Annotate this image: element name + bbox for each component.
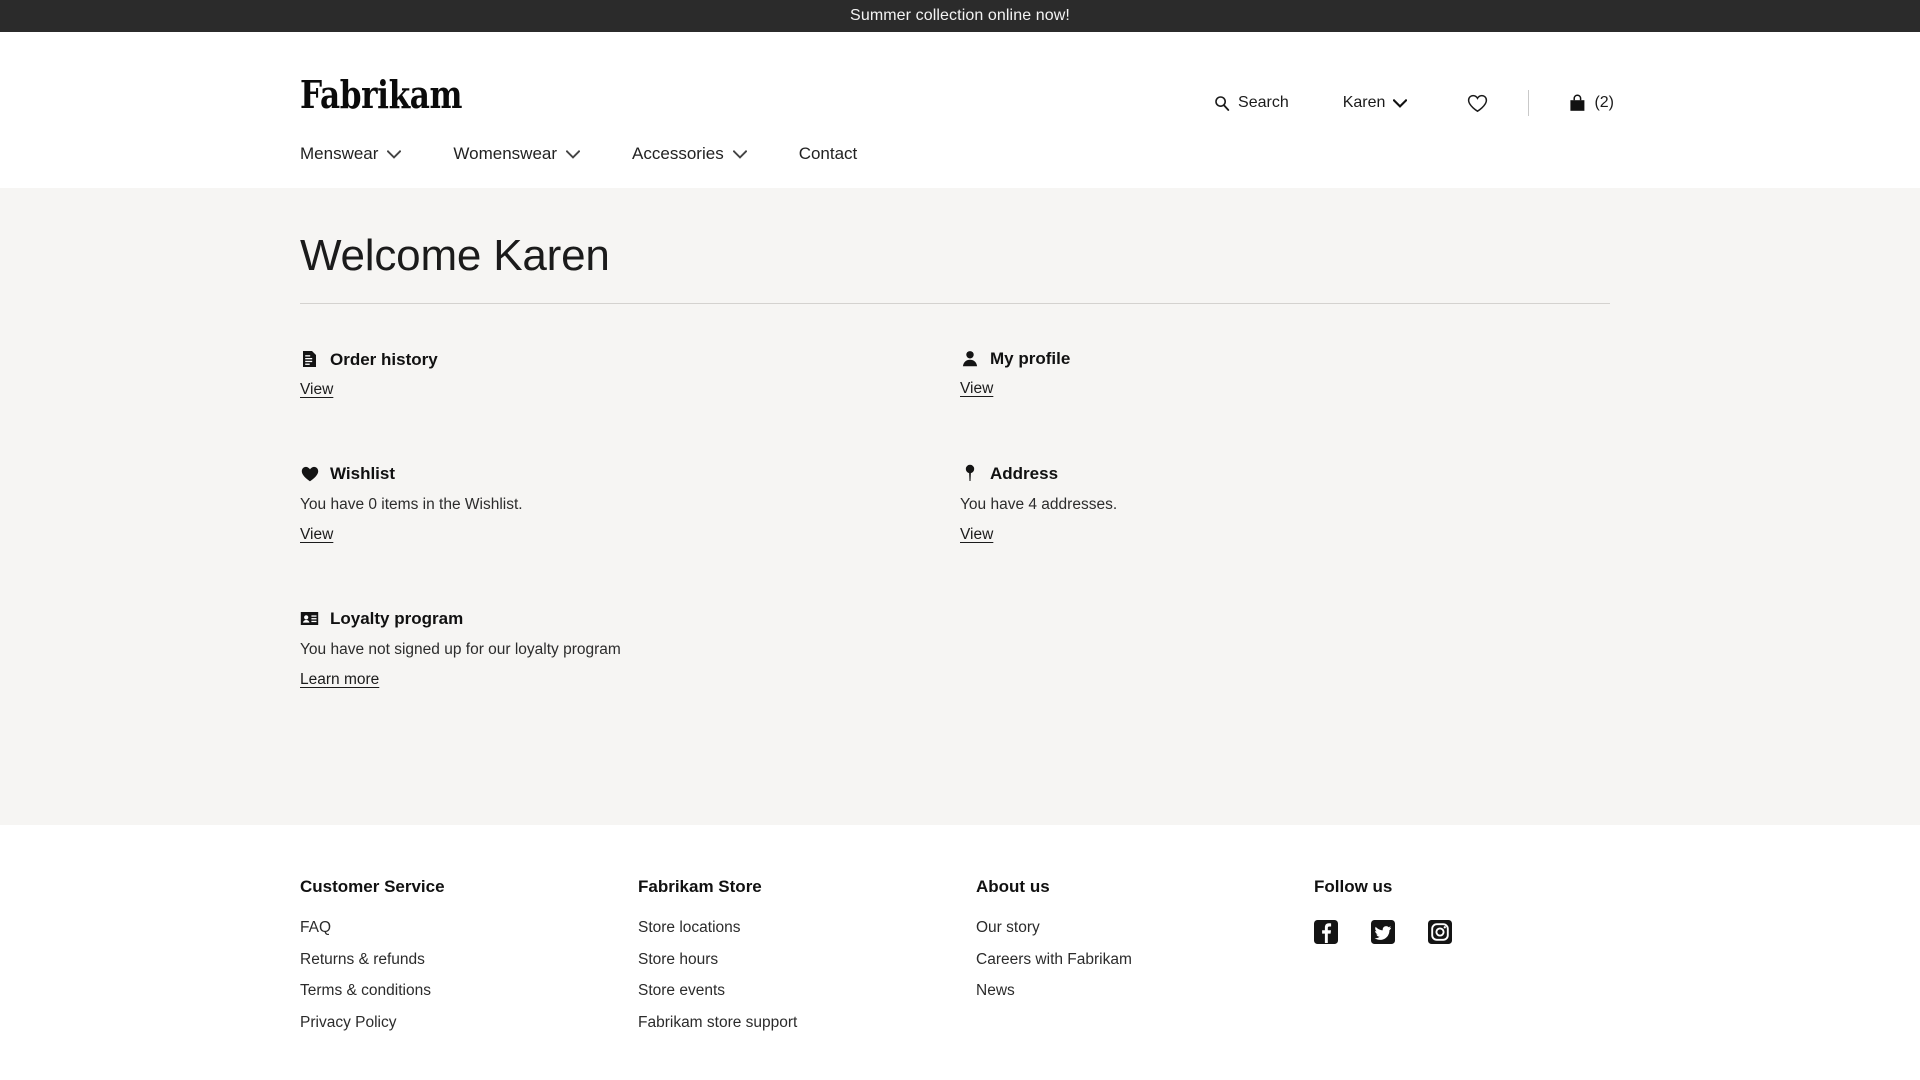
card-my-profile: My profile View <box>960 350 1620 398</box>
card-address: Address You have 4 addresses. View <box>960 464 1620 544</box>
social-links <box>1314 920 1452 949</box>
card-description: You have 0 items in the Wishlist. <box>300 496 523 513</box>
card-title: Order history <box>330 349 438 369</box>
footer-link[interactable]: Returns & refunds <box>300 951 638 968</box>
card-title: Address <box>990 463 1059 483</box>
footer-column-customer-service: Customer Service FAQ Returns & refunds T… <box>300 878 638 1046</box>
footer-column-fabrikam-store: Fabrikam Store Store locations Store hou… <box>638 878 976 1046</box>
page-root: Summer collection online now! Fabrikam S… <box>0 0 1920 1080</box>
wishlist-button[interactable] <box>1461 92 1494 115</box>
nav-item-label: Menswear <box>300 144 379 163</box>
main-navigation: Menswear Womenswear Accessories Contact <box>300 145 857 162</box>
footer-column-title: About us <box>976 877 1050 896</box>
cart-count: (2) <box>1594 94 1614 111</box>
card-wishlist: Wishlist You have 0 items in the Wishlis… <box>300 465 960 544</box>
card-description: You have 4 addresses. <box>960 496 1118 513</box>
card-header: Address <box>960 464 1620 482</box>
card-header: Loyalty program <box>300 610 960 627</box>
announcement-text: Summer collection online now! <box>850 7 1070 24</box>
nav-item-contact[interactable]: Contact <box>799 145 858 162</box>
cards-column-left: Order history View Wishlist You have 0 i… <box>300 350 960 755</box>
search-icon <box>1214 95 1230 111</box>
card-order-history: Order history View <box>300 350 960 399</box>
site-header: Fabrikam Search Karen (2) Menswear Women… <box>0 32 1920 188</box>
footer-link[interactable]: Terms & conditions <box>300 983 638 999</box>
card-link-view[interactable]: View <box>960 526 993 544</box>
person-icon <box>960 350 979 367</box>
chevron-down-icon <box>565 145 581 162</box>
footer-column-follow-us: Follow us <box>1314 878 1452 1046</box>
footer-column-about-us: About us Our story Careers with Fabrikam… <box>976 878 1314 1046</box>
search-label: Search <box>1238 94 1289 111</box>
document-icon <box>300 350 319 368</box>
nav-item-menswear[interactable]: Menswear <box>300 144 402 163</box>
nav-item-accessories[interactable]: Accessories <box>632 144 748 163</box>
account-cards: Order history View Wishlist You have 0 i… <box>300 350 1620 755</box>
card-title: Wishlist <box>330 464 396 483</box>
title-divider <box>300 303 1610 304</box>
nav-item-label: Womenswear <box>453 144 558 163</box>
account-menu-button[interactable]: Karen <box>1337 92 1414 114</box>
footer-link[interactable]: News <box>976 983 1314 999</box>
site-footer: Customer Service FAQ Returns & refunds T… <box>0 825 1920 1080</box>
card-header: Wishlist <box>300 465 960 482</box>
cards-column-right: My profile View Address You have 4 addre… <box>960 350 1620 755</box>
chevron-down-icon <box>1393 98 1408 108</box>
header-divider <box>1528 90 1530 116</box>
footer-link[interactable]: Our story <box>976 920 1314 936</box>
header-inner: Fabrikam Search Karen (2) Menswear Women… <box>0 32 1920 188</box>
card-link-view[interactable]: View <box>300 526 333 544</box>
chevron-down-icon <box>387 145 402 162</box>
brand-logo[interactable]: Fabrikam <box>300 76 463 114</box>
nav-item-label: Contact <box>798 144 858 163</box>
footer-column-title: Fabrikam Store <box>638 877 762 896</box>
card-title: My profile <box>990 349 1071 368</box>
main-content: Welcome Karen Order history View Wishlis… <box>0 188 1920 825</box>
footer-link[interactable]: Store events <box>638 983 976 999</box>
footer-link[interactable]: Careers with Fabrikam <box>976 951 1314 968</box>
card-header: My profile <box>960 350 1620 367</box>
cart-button[interactable]: (2) <box>1563 92 1620 114</box>
footer-link[interactable]: Privacy Policy <box>300 1014 638 1031</box>
footer-column-title: Follow us <box>1314 877 1393 896</box>
twitter-icon[interactable] <box>1371 920 1395 949</box>
header-actions: Search Karen (2) <box>1208 90 1620 116</box>
chevron-down-icon <box>732 145 748 162</box>
announcement-bar: Summer collection online now! <box>0 0 1920 32</box>
card-loyalty-program: Loyalty program You have not signed up f… <box>300 610 960 689</box>
id-card-icon <box>300 611 319 626</box>
card-link-view[interactable]: View <box>960 380 993 398</box>
page-title: Welcome Karen <box>300 231 610 280</box>
instagram-icon[interactable] <box>1428 920 1452 949</box>
footer-link[interactable]: Store hours <box>638 951 976 968</box>
card-title: Loyalty program <box>330 608 464 628</box>
card-link-view[interactable]: View <box>300 381 333 399</box>
facebook-icon[interactable] <box>1314 920 1338 949</box>
footer-column-title: Customer Service <box>300 877 445 896</box>
map-pin-icon <box>960 464 979 482</box>
footer-columns: Customer Service FAQ Returns & refunds T… <box>300 825 1620 1046</box>
nav-item-womenswear[interactable]: Womenswear <box>453 144 581 163</box>
card-header: Order history <box>300 350 960 368</box>
heart-filled-icon <box>300 466 319 482</box>
footer-link[interactable]: Store locations <box>638 920 976 936</box>
card-description: You have not signed up for our loyalty p… <box>300 640 621 658</box>
shopping-bag-icon <box>1569 94 1586 112</box>
card-link-learn-more[interactable]: Learn more <box>300 671 379 689</box>
footer-link[interactable]: Fabrikam store support <box>638 1014 976 1031</box>
nav-item-label: Accessories <box>632 144 724 163</box>
search-button[interactable]: Search <box>1208 92 1295 114</box>
heart-outline-icon <box>1467 94 1488 113</box>
footer-link[interactable]: FAQ <box>300 920 638 936</box>
account-label: Karen <box>1342 94 1386 111</box>
